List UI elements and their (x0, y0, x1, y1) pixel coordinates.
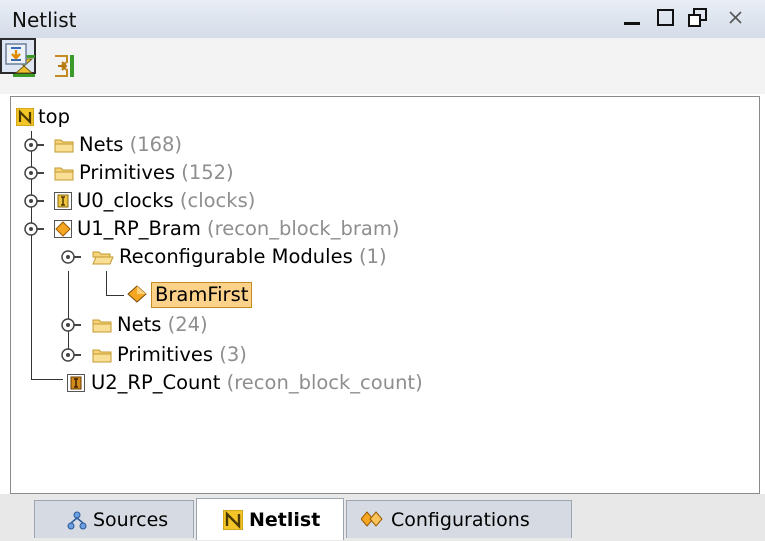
tree-count: (3) (219, 343, 247, 366)
netlist-icon (223, 510, 243, 530)
expand-toggle-icon[interactable] (59, 249, 83, 265)
open-folder-icon (92, 251, 114, 265)
tree-label-selected: BramFirst (151, 282, 253, 308)
tree-item-u1-nets[interactable]: Nets (24) (11, 311, 751, 339)
tab-netlist[interactable]: Netlist (196, 498, 344, 540)
tab-label: Configurations (391, 509, 530, 531)
minimize-icon[interactable] (620, 6, 644, 30)
expand-toggle-icon[interactable] (22, 137, 46, 153)
tree-item-u1-rp-bram[interactable]: U1_RP_Bram (recon_block_bram) (11, 215, 751, 243)
netlist-toolbar (0, 38, 765, 94)
tree-count: (recon_block_bram) (207, 217, 400, 240)
tree-label: U1_RP_Bram (77, 217, 201, 240)
expand-toggle-icon[interactable] (22, 193, 46, 209)
tree-count: (168) (129, 133, 183, 156)
reconfigurable-partition-icon (54, 220, 72, 238)
tree-item-u1-primitives[interactable]: Primitives (3) (11, 341, 751, 369)
netlist-root-icon (16, 108, 34, 126)
tree-item-u0-clocks[interactable]: U0_clocks (clocks) (11, 187, 751, 215)
tree-count: (recon_block_count) (226, 371, 423, 394)
tree-count: (152) (181, 161, 234, 184)
expand-toggle-icon[interactable] (22, 221, 46, 237)
expand-all-icon[interactable] (52, 52, 80, 80)
cell-instance-icon (54, 192, 72, 210)
folder-icon (92, 319, 112, 333)
tab-label: Sources (93, 509, 169, 531)
tab-configurations[interactable]: Configurations (346, 500, 572, 538)
tree-count: (24) (167, 313, 208, 336)
close-icon[interactable] (724, 6, 748, 30)
tree-item-nets[interactable]: Nets (168) (11, 131, 751, 159)
hierarchy-icon (67, 511, 87, 530)
netlist-tree: top Nets (168) Primitives (152) U0_clock… (10, 96, 760, 494)
tree-item-bramfirst[interactable]: BramFirst (11, 281, 751, 309)
tree-label: Primitives (79, 161, 176, 184)
cell-instance-icon (67, 374, 85, 392)
folder-icon (54, 139, 74, 153)
tree-label: top (38, 105, 70, 128)
float-window-icon[interactable] (686, 6, 710, 30)
tree-label: U0_clocks (77, 189, 174, 212)
expand-toggle-icon[interactable] (59, 347, 83, 363)
tree-label: Nets (79, 133, 124, 156)
view-tab-bar: Sources Netlist Configurations (0, 494, 765, 541)
panel-title: Netlist (12, 8, 77, 32)
folder-icon (54, 167, 74, 181)
tree-item-u2-rp-count[interactable]: U2_RP_Count (recon_block_count) (11, 369, 751, 397)
expand-toggle-icon[interactable] (59, 317, 83, 333)
tab-label: Netlist (249, 509, 321, 531)
tree-item-reconfigurable-modules[interactable]: Reconfigurable Modules (1) (11, 243, 751, 271)
tab-sources[interactable]: Sources (34, 500, 194, 538)
panel-title-bar: Netlist (0, 0, 765, 39)
reconfigurable-module-icon (127, 285, 147, 303)
tree-count: (1) (358, 245, 387, 268)
maximize-icon[interactable] (654, 6, 678, 30)
configurations-icon (361, 511, 383, 527)
tree-item-primitives[interactable]: Primitives (152) (11, 159, 751, 187)
expand-toggle-icon[interactable] (22, 165, 46, 181)
tree-label: U2_RP_Count (91, 371, 221, 394)
tree-count: (clocks) (179, 189, 256, 212)
folder-icon (92, 349, 112, 363)
tree-item-top[interactable]: top (11, 103, 751, 131)
tree-label: Primitives (117, 343, 214, 366)
tree-label: Nets (117, 313, 162, 336)
tree-label: Reconfigurable Modules (119, 245, 353, 268)
